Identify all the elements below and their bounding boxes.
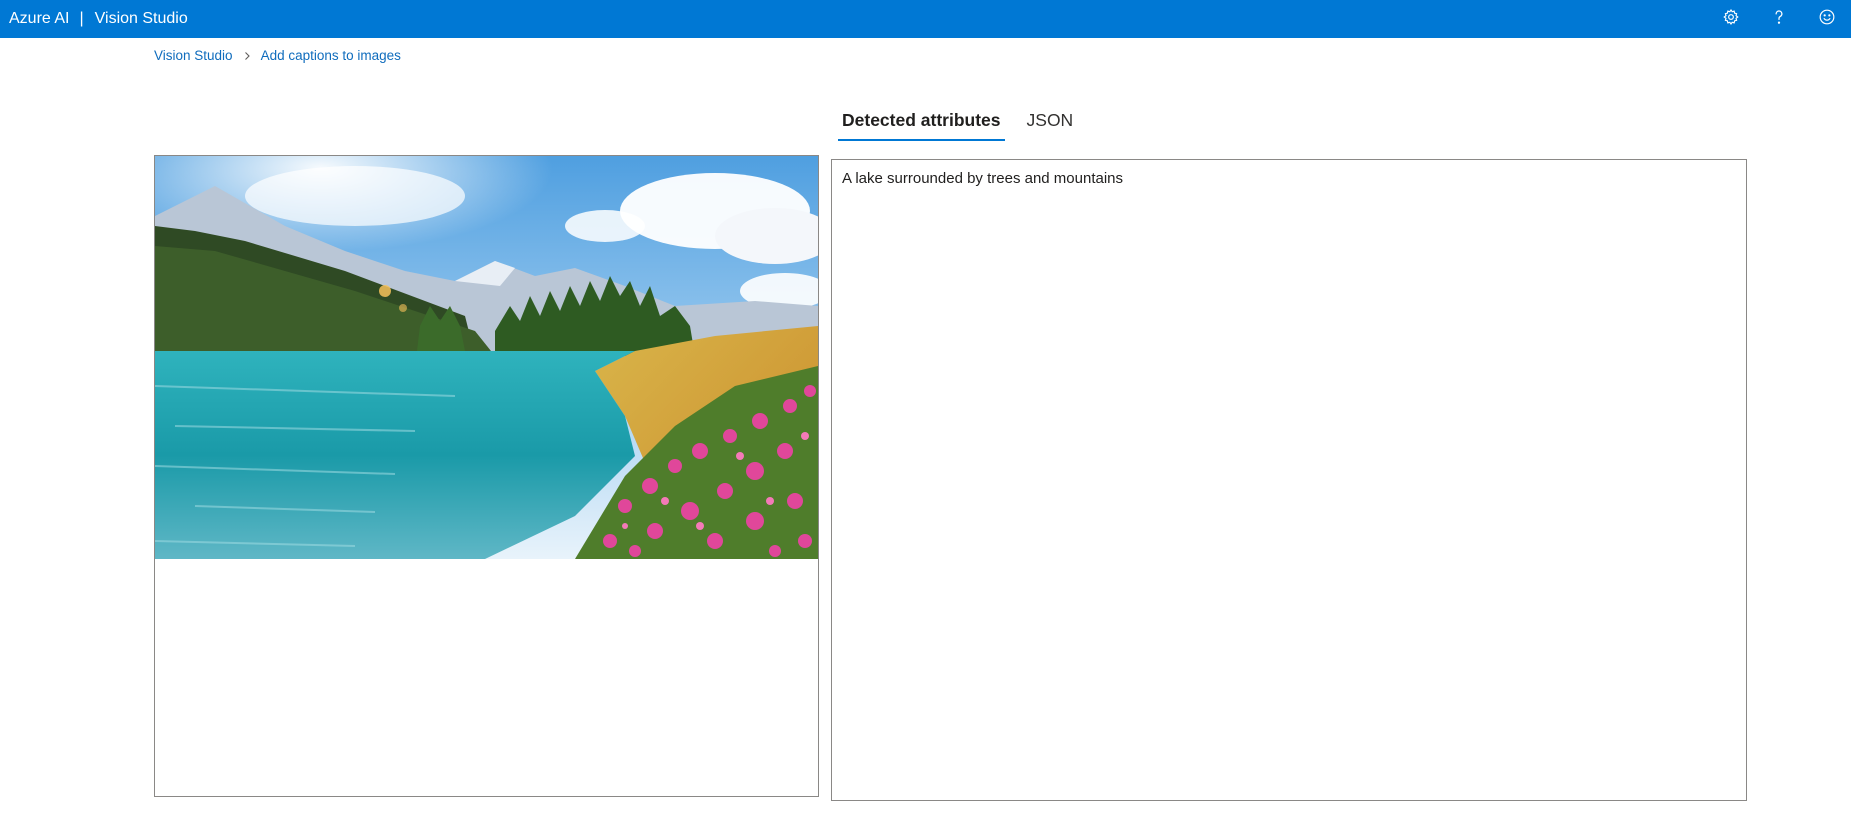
analyzed-image	[155, 156, 818, 559]
gear-icon	[1722, 8, 1740, 31]
breadcrumb: Vision Studio Add captions to images	[154, 48, 401, 63]
brand-separator: |	[79, 10, 84, 27]
app-brand[interactable]: Azure AI | Vision Studio	[0, 0, 188, 38]
help-icon	[1770, 8, 1788, 31]
detected-attributes-panel: A lake surrounded by trees and mountains	[831, 159, 1747, 801]
tab-json[interactable]: JSON	[1023, 106, 1078, 141]
caption-result: A lake surrounded by trees and mountains	[842, 170, 1124, 187]
breadcrumb-vision-studio[interactable]: Vision Studio	[154, 48, 233, 63]
result-tabs: Detected attributes JSON	[838, 106, 1095, 141]
settings-button[interactable]	[1707, 0, 1755, 38]
tab-detected-attributes[interactable]: Detected attributes	[838, 106, 1005, 141]
top-bar-actions	[1707, 0, 1851, 38]
brand-vision-studio: Vision Studio	[94, 10, 188, 27]
feedback-button[interactable]	[1803, 0, 1851, 38]
top-bar: Azure AI | Vision Studio	[0, 0, 1851, 38]
image-preview-panel	[154, 155, 819, 797]
help-button[interactable]	[1755, 0, 1803, 38]
brand-azure-ai: Azure AI	[9, 10, 70, 27]
feedback-smiley-icon	[1818, 8, 1836, 31]
breadcrumb-add-captions[interactable]: Add captions to images	[261, 48, 401, 63]
chevron-right-icon	[242, 51, 252, 61]
